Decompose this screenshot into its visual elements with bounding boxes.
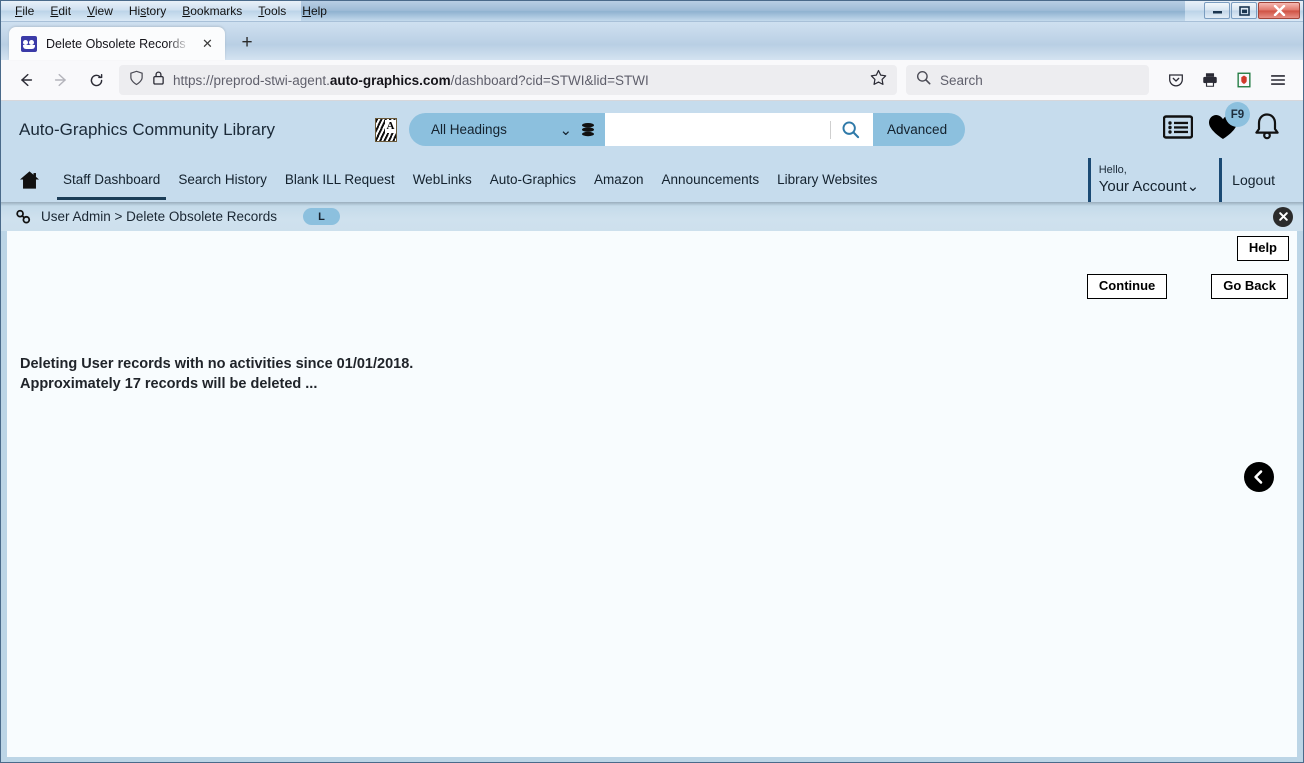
- tab-close-icon[interactable]: ✕: [199, 35, 216, 52]
- window-controls: [1204, 2, 1300, 19]
- menu-bookmarks[interactable]: Bookmarks: [175, 2, 249, 20]
- scroll-back-button[interactable]: [1244, 462, 1274, 492]
- search-icon: [916, 70, 931, 90]
- search-scope-label: All Headings: [431, 122, 507, 137]
- new-tab-button[interactable]: +: [231, 28, 263, 58]
- menu-bar: File Edit View History Bookmarks Tools H…: [1, 1, 334, 21]
- delete-message-line-1: Deleting User records with no activities…: [20, 356, 414, 372]
- chain-link-icon: [15, 209, 32, 225]
- close-window-button[interactable]: [1258, 2, 1300, 19]
- minimize-button[interactable]: [1204, 2, 1230, 19]
- menu-view[interactable]: View: [80, 2, 120, 20]
- account-area: Hello, Your Account⌄ Logout: [1087, 158, 1303, 202]
- back-icon[interactable]: [10, 65, 42, 96]
- header-icons: F9: [1162, 102, 1289, 147]
- nav-item-announcements[interactable]: Announcements: [653, 160, 769, 200]
- pocket-icon[interactable]: [1160, 65, 1192, 96]
- help-row: Help: [949, 236, 1289, 261]
- menu-help[interactable]: Help: [295, 2, 334, 20]
- app-nav: Staff Dashboard Search History Blank ILL…: [1, 158, 1303, 202]
- go-back-button[interactable]: Go Back: [1211, 274, 1288, 299]
- shield-icon: [129, 70, 144, 91]
- nav-item-staff-dashboard[interactable]: Staff Dashboard: [54, 160, 169, 200]
- menu-history[interactable]: History: [122, 2, 173, 20]
- account-name: Your Account⌄: [1098, 178, 1200, 195]
- account-hello: Hello,: [1098, 164, 1127, 176]
- reload-icon[interactable]: [80, 65, 112, 96]
- database-icon[interactable]: [580, 122, 596, 138]
- search-cluster: All Headings ⌄ Advanced: [375, 113, 966, 146]
- bell-icon[interactable]: [1253, 112, 1281, 147]
- delete-message-line-2: Approximately 17 records will be deleted…: [20, 376, 318, 392]
- list-icon[interactable]: [1162, 115, 1194, 144]
- page-viewport: Auto-Graphics Community Library All Head…: [1, 101, 1303, 762]
- breadcrumb[interactable]: User Admin > Delete Obsolete Records: [41, 209, 277, 224]
- toolbar-icons: [1160, 65, 1294, 96]
- continue-button[interactable]: Continue: [1086, 274, 1168, 299]
- account-menu[interactable]: Hello, Your Account⌄: [1087, 158, 1219, 202]
- advanced-search-button[interactable]: Advanced: [873, 113, 966, 146]
- nav-item-search-history[interactable]: Search History: [169, 160, 276, 200]
- browser-toolbar: https://preprod-stwi-agent.auto-graphics…: [1, 60, 1303, 101]
- chevron-down-icon: ⌄: [559, 121, 573, 139]
- action-buttons: Help Continue Go Back: [949, 236, 1289, 299]
- breadcrumb-bar: User Admin > Delete Obsolete Records L: [1, 202, 1303, 231]
- menu-edit[interactable]: Edit: [43, 2, 78, 20]
- tab-title: Delete Obsolete Records | STWI: [46, 36, 190, 51]
- search-submit-icon[interactable]: [831, 113, 870, 146]
- lock-icon: [152, 70, 165, 91]
- tab-strip: Delete Obsolete Records | STWI ✕ +: [1, 22, 1303, 60]
- favicon-icon: [21, 35, 37, 52]
- menu-tools[interactable]: Tools: [251, 2, 293, 20]
- url-text: https://preprod-stwi-agent.auto-graphics…: [173, 72, 649, 88]
- app-header: Auto-Graphics Community Library All Head…: [1, 101, 1303, 158]
- nav-item-auto-graphics[interactable]: Auto-Graphics: [481, 160, 585, 200]
- nav-item-weblinks[interactable]: WebLinks: [404, 160, 481, 200]
- nav-item-blank-ill-request[interactable]: Blank ILL Request: [276, 160, 404, 200]
- forward-icon[interactable]: [45, 65, 77, 96]
- catalog-logo-icon: [375, 117, 398, 142]
- breadcrumb-badge[interactable]: L: [303, 208, 340, 225]
- browser-window: File Edit View History Bookmarks Tools H…: [0, 0, 1304, 763]
- maximize-button[interactable]: [1231, 2, 1257, 19]
- favorites-heart[interactable]: F9: [1207, 102, 1250, 146]
- search-input[interactable]: [605, 113, 831, 146]
- menu-icon[interactable]: [1262, 65, 1294, 96]
- title-bar-glass: [301, 1, 1185, 21]
- delete-message: Deleting User records with no activities…: [20, 355, 413, 394]
- favorites-badge: F9: [1225, 102, 1250, 127]
- browser-search-placeholder: Search: [940, 72, 983, 88]
- chevron-down-icon: ⌄: [1186, 178, 1200, 195]
- print-icon[interactable]: [1194, 65, 1226, 96]
- home-icon[interactable]: [19, 170, 40, 190]
- browser-tab[interactable]: Delete Obsolete Records | STWI ✕: [9, 27, 225, 60]
- help-button[interactable]: Help: [1236, 236, 1289, 261]
- close-icon[interactable]: [1273, 206, 1293, 227]
- search-scope-select[interactable]: All Headings ⌄: [409, 113, 606, 146]
- browser-search-bar[interactable]: Search: [906, 65, 1149, 95]
- nav-item-library-websites[interactable]: Library Websites: [768, 160, 886, 200]
- nav-links: Staff Dashboard Search History Blank ILL…: [54, 160, 886, 200]
- extension-icon[interactable]: [1228, 65, 1260, 96]
- url-bar[interactable]: https://preprod-stwi-agent.auto-graphics…: [119, 65, 897, 95]
- search-input-wrap: [605, 113, 874, 146]
- bookmark-star-icon[interactable]: [870, 69, 887, 91]
- title-bar: File Edit View History Bookmarks Tools H…: [1, 1, 1303, 22]
- library-name: Auto-Graphics Community Library: [19, 119, 276, 139]
- content-area: Help Continue Go Back Deleting User reco…: [1, 231, 1303, 762]
- menu-file[interactable]: File: [8, 2, 41, 20]
- nav-button-row: Continue Go Back: [949, 274, 1289, 299]
- logout-button[interactable]: Logout: [1219, 158, 1303, 202]
- nav-item-amazon[interactable]: Amazon: [585, 160, 653, 200]
